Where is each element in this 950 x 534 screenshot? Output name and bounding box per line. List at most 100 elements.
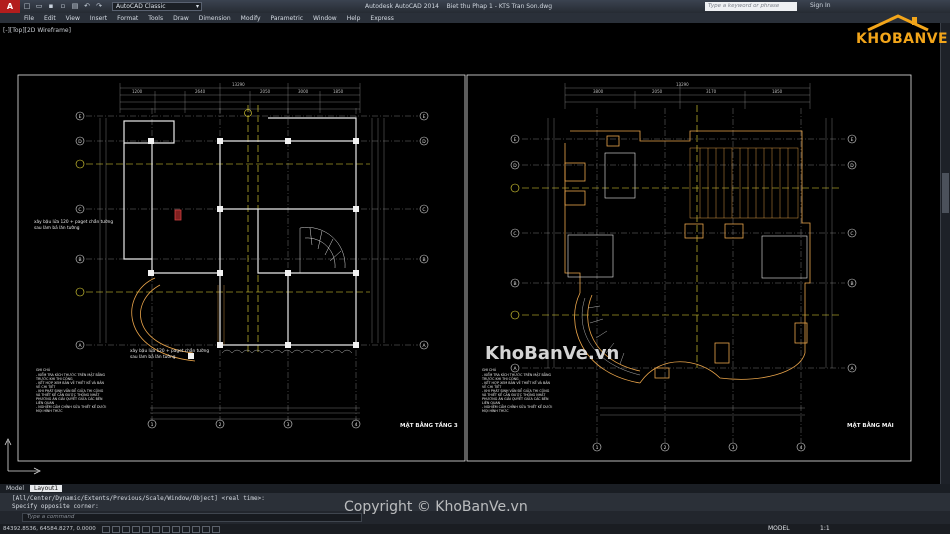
sign-in-button[interactable]: Sign In (810, 2, 831, 9)
menu-edit[interactable]: Edit (44, 15, 56, 22)
drawing-canvas[interactable]: 13290 1200 2640 2050 3000 1850 E D C B A… (0, 23, 940, 484)
axis-label-2: 2 (664, 445, 667, 451)
save-as-icon[interactable]: ▫ (58, 2, 68, 11)
menu-draw[interactable]: Draw (173, 15, 189, 22)
roof-plan: 13290 3800 2050 3170 1850 E D C B A E D … (481, 82, 894, 452)
floor-plan-level-3: 13290 1200 2640 2050 3000 1850 E D C B A… (34, 82, 458, 429)
dim-label: 2050 (652, 89, 663, 94)
menu-express[interactable]: Express (370, 15, 393, 22)
open-file-icon[interactable]: ▭ (34, 2, 44, 11)
dim-label: 3000 (298, 89, 309, 94)
3d-object-snap-icon[interactable] (162, 525, 170, 533)
axis-label-a-right: A (850, 366, 854, 372)
menu-tools[interactable]: Tools (148, 15, 163, 22)
infer-constraints-icon[interactable] (102, 525, 110, 533)
search-input[interactable]: Type a keyword or phrase (705, 2, 797, 11)
redo-icon[interactable]: ↷ (94, 2, 104, 11)
ortho-mode-icon[interactable] (132, 525, 140, 533)
axis-label-e: E (514, 137, 517, 143)
object-snap-tracking-icon[interactable] (172, 525, 180, 533)
dim-label: 1200 (132, 89, 143, 94)
note-lower-line-1: xây bậu lửa 120 + paget chắn tường (130, 347, 209, 354)
axis-label-b: B (78, 257, 81, 263)
logo-text: KHOBANVE (856, 31, 949, 47)
command-input[interactable]: Type a command (22, 513, 362, 522)
annotation-scale[interactable]: 1:1 (820, 525, 830, 532)
axis-label-a: A (78, 343, 82, 349)
save-icon[interactable]: ▪ (46, 2, 56, 11)
axis-label-d-right: D (422, 139, 426, 145)
axis-label-e-right: E (851, 137, 854, 143)
layout-tabs: Model Layout1 (0, 484, 950, 493)
undo-icon[interactable]: ↶ (82, 2, 92, 11)
transparency-icon[interactable] (212, 525, 220, 533)
dynamic-ucs-icon[interactable] (182, 525, 190, 533)
application-menu-button[interactable]: A (0, 0, 20, 13)
new-file-icon[interactable]: □ (22, 2, 32, 11)
menu-dimension[interactable]: Dimension (199, 15, 231, 22)
menu-modify[interactable]: Modify (241, 15, 261, 22)
axis-label-c-right: C (422, 207, 425, 213)
axis-label-c: C (513, 231, 516, 237)
axis-label-c-right: C (850, 231, 853, 237)
menu-window[interactable]: Window (313, 15, 337, 22)
dim-label: 3170 (706, 89, 717, 94)
axis-label-b-right: B (422, 257, 425, 263)
print-icon[interactable]: ▤ (70, 2, 80, 11)
axis-label-b-right: B (850, 281, 853, 287)
snap-mode-icon[interactable] (112, 525, 120, 533)
vertical-scrollbar[interactable] (940, 23, 950, 484)
autocad-window: A □ ▭ ▪ ▫ ▤ ↶ ↷ AutoCAD Classic Autodesk… (0, 0, 950, 534)
document-title: Autodesk AutoCAD 2014 Biet thu Phap 1 - … (365, 3, 552, 10)
tab-layout1[interactable]: Layout1 (30, 485, 63, 492)
axis-label-c: C (78, 207, 81, 213)
axis-label-3: 3 (287, 422, 290, 428)
axis-label-e: E (79, 114, 82, 120)
dim-label: 2640 (195, 89, 206, 94)
dim-label: 3800 (593, 89, 604, 94)
axis-label-e-right: E (423, 114, 426, 120)
dim-label: 1850 (333, 89, 344, 94)
coordinates-readout: 84392.8536, 64584.8277, 0.0000 (3, 526, 96, 532)
tab-model[interactable]: Model (2, 485, 28, 492)
watermark-bottom: Copyright © KhoBanVe.vn (344, 499, 528, 515)
polar-tracking-icon[interactable] (142, 525, 150, 533)
watermark-center: KhoBanVe.vn (485, 343, 620, 364)
axis-label-1: 1 (151, 422, 154, 428)
lineweight-icon[interactable] (202, 525, 210, 533)
axis-label-4: 4 (355, 422, 358, 428)
ucs-icon (4, 438, 41, 475)
workspace-selector[interactable]: AutoCAD Classic (112, 2, 202, 11)
menu-insert[interactable]: Insert (90, 15, 107, 22)
object-snap-icon[interactable] (152, 525, 160, 533)
axis-label-1: 1 (596, 445, 599, 451)
sheet-title-left: MẶT BẰNG TẦNG 3 (400, 420, 458, 429)
menu-view[interactable]: View (66, 15, 80, 22)
axis-label-d-right: D (850, 163, 854, 169)
sheet-border-left (17, 74, 466, 462)
note-upper-line-1: xây bậu lửa 120 + paget chắn tường (34, 218, 113, 225)
dim-label: 1850 (772, 89, 783, 94)
axis-label-b: B (513, 281, 516, 287)
axis-label-4: 4 (800, 445, 803, 451)
dim-label: 2050 (260, 89, 271, 94)
viewport-controls[interactable]: [-][Top][2D Wireframe] (3, 27, 71, 34)
sheet-title-right: MẶT BẰNG MÁI (847, 421, 894, 429)
model-space-toggle[interactable]: MODEL (768, 525, 790, 532)
menu-parametric[interactable]: Parametric (271, 15, 304, 22)
menu-bar: File Edit View Insert Format Tools Draw … (0, 13, 950, 23)
app-name: Autodesk AutoCAD 2014 (365, 3, 439, 10)
dynamic-input-icon[interactable] (192, 525, 200, 533)
scrollbar-thumb[interactable] (942, 173, 949, 213)
axis-label-a: A (513, 366, 517, 372)
grid-display-icon[interactable] (122, 525, 130, 533)
menu-format[interactable]: Format (117, 15, 138, 22)
menu-help[interactable]: Help (347, 15, 361, 22)
axis-label-2: 2 (219, 422, 222, 428)
status-bar: 84392.8536, 64584.8277, 0.0000 MODEL 1:1 (0, 524, 950, 534)
note-upper-line-2: sau làm bả lăn tường (34, 224, 80, 231)
file-name: Biet thu Phap 1 - KTS Tran Son.dwg (446, 3, 553, 10)
menu-file[interactable]: File (24, 15, 34, 22)
axis-label-a-right: A (422, 343, 426, 349)
dim-label: 13290 (232, 82, 245, 87)
